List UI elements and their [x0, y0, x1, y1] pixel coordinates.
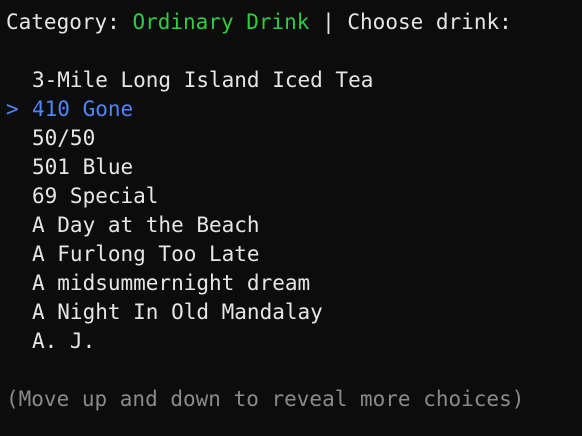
prompt-instruction: Choose drink: [347, 10, 512, 34]
choice-item[interactable]: A Furlong Too Late [0, 240, 582, 269]
choice-label: A Day at the Beach [32, 213, 260, 237]
category-value: Ordinary Drink [132, 10, 310, 34]
choice-item[interactable]: 501 Blue [0, 153, 582, 182]
choice-label: A. J. [32, 329, 96, 353]
choice-item[interactable]: A Night In Old Mandalay [0, 298, 582, 327]
choice-label: 69 Special [32, 184, 159, 208]
choice-label: 501 Blue [32, 155, 134, 179]
choice-label: A Night In Old Mandalay [32, 300, 323, 324]
choice-item[interactable]: A Day at the Beach [0, 211, 582, 240]
choice-label: 410 Gone [32, 97, 134, 121]
category-label: Category: [6, 10, 133, 34]
choice-label: A Furlong Too Late [32, 242, 260, 266]
terminal-screen: Category: Ordinary Drink | Choose drink:… [0, 0, 582, 436]
prompt-separator: | [309, 10, 348, 34]
choice-label: 50/50 [32, 126, 96, 150]
choice-item[interactable]: 69 Special [0, 182, 582, 211]
prompt-line: Category: Ordinary Drink | Choose drink: [6, 8, 512, 37]
selection-cursor: > [6, 97, 19, 121]
choice-label: A midsummernight dream [32, 271, 311, 295]
choice-item[interactable]: A midsummernight dream [0, 269, 582, 298]
choice-item[interactable]: >410 Gone [0, 95, 582, 124]
choice-list: 3-Mile Long Island Iced Tea >410 Gone 50… [0, 66, 582, 356]
help-text: (Move up and down to reveal more choices… [6, 387, 525, 411]
choice-item[interactable]: 50/50 [0, 124, 582, 153]
choice-item[interactable]: A. J. [0, 327, 582, 356]
choice-item[interactable]: 3-Mile Long Island Iced Tea [0, 66, 582, 95]
choice-label: 3-Mile Long Island Iced Tea [32, 68, 374, 92]
